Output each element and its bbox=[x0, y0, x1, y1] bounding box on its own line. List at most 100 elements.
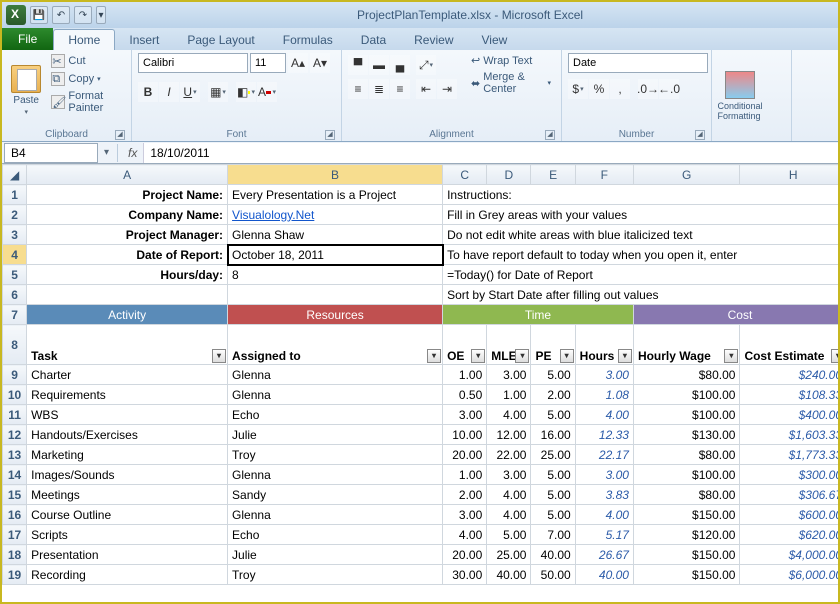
row-header[interactable]: 9 bbox=[3, 365, 27, 385]
table-row[interactable]: 14 Images/Sounds Glenna 1.00 3.00 5.00 3… bbox=[3, 465, 839, 485]
row-header[interactable]: 11 bbox=[3, 405, 27, 425]
wrap-text-button[interactable]: ↩Wrap Text bbox=[467, 53, 555, 68]
row-header[interactable]: 19 bbox=[3, 565, 27, 585]
font-launcher[interactable]: ◢ bbox=[325, 130, 335, 140]
align-left-button[interactable]: ≡ bbox=[348, 79, 368, 99]
tab-page-layout[interactable]: Page Layout bbox=[173, 30, 268, 50]
tab-home[interactable]: Home bbox=[53, 29, 115, 50]
qat-customize-button[interactable]: ▾ bbox=[96, 6, 106, 24]
table-row[interactable]: 18 Presentation Julie 20.00 25.00 40.00 … bbox=[3, 545, 839, 565]
decrease-indent-button[interactable]: ⇤ bbox=[416, 79, 436, 99]
align-middle-button[interactable]: ▬ bbox=[369, 55, 389, 75]
col-header-D[interactable]: D bbox=[487, 165, 531, 185]
orientation-button[interactable]: ⤢ bbox=[416, 55, 436, 75]
col-header-G[interactable]: G bbox=[633, 165, 740, 185]
row-header[interactable]: 7 bbox=[3, 305, 27, 325]
select-all-button[interactable]: ◢ bbox=[3, 165, 27, 185]
col-header-F[interactable]: F bbox=[575, 165, 633, 185]
row-header[interactable]: 18 bbox=[3, 545, 27, 565]
align-top-button[interactable]: ▀ bbox=[348, 55, 368, 75]
merge-center-button[interactable]: ⬌Merge & Center▾ bbox=[467, 70, 555, 96]
row-header[interactable]: 17 bbox=[3, 525, 27, 545]
column-headers[interactable]: ◢ A B C D E F G H bbox=[3, 165, 839, 185]
filter-button[interactable]: ▾ bbox=[212, 349, 226, 363]
row-header[interactable]: 3 bbox=[3, 225, 27, 245]
fill-color-button[interactable]: ◧ bbox=[236, 82, 256, 102]
tab-insert[interactable]: Insert bbox=[115, 30, 173, 50]
conditional-formatting-button[interactable]: Conditional Formatting bbox=[718, 53, 762, 139]
company-link[interactable]: Visualology.Net bbox=[228, 205, 443, 225]
row-header[interactable]: 8 bbox=[3, 325, 27, 365]
filter-button[interactable]: ▾ bbox=[618, 349, 632, 363]
cut-button[interactable]: ✂Cut bbox=[48, 53, 125, 69]
decrease-decimal-button[interactable]: ←.0 bbox=[659, 79, 679, 99]
tab-review[interactable]: Review bbox=[400, 30, 467, 50]
filter-button[interactable]: ▾ bbox=[560, 349, 574, 363]
file-tab[interactable]: File bbox=[2, 28, 53, 50]
row-header[interactable]: 12 bbox=[3, 425, 27, 445]
row-header[interactable]: 1 bbox=[3, 185, 27, 205]
name-box-dropdown[interactable]: ▾ bbox=[100, 147, 113, 158]
shrink-font-button[interactable]: A▾ bbox=[310, 53, 330, 73]
table-row[interactable]: 12 Handouts/Exercises Julie 10.00 12.00 … bbox=[3, 425, 839, 445]
font-name-select[interactable] bbox=[138, 53, 248, 73]
filter-button[interactable]: ▾ bbox=[427, 349, 441, 363]
row-header[interactable]: 2 bbox=[3, 205, 27, 225]
table-row[interactable]: 16 Course Outline Glenna 3.00 4.00 5.00 … bbox=[3, 505, 839, 525]
italic-button[interactable]: I bbox=[159, 82, 179, 102]
row-header[interactable]: 4 bbox=[3, 245, 27, 265]
table-row[interactable]: 10 Requirements Glenna 0.50 1.00 2.00 1.… bbox=[3, 385, 839, 405]
filter-button[interactable]: ▾ bbox=[724, 349, 738, 363]
row-header[interactable]: 16 bbox=[3, 505, 27, 525]
copy-button[interactable]: ⧉Copy▾ bbox=[48, 71, 125, 87]
name-box[interactable] bbox=[4, 143, 98, 163]
col-header-H[interactable]: H bbox=[740, 165, 838, 185]
tab-view[interactable]: View bbox=[468, 30, 522, 50]
filter-button[interactable]: ▾ bbox=[471, 349, 485, 363]
filter-button[interactable]: ▾ bbox=[831, 349, 838, 363]
align-right-button[interactable]: ≡ bbox=[390, 79, 410, 99]
clipboard-launcher[interactable]: ◢ bbox=[115, 130, 125, 140]
row-header[interactable]: 6 bbox=[3, 285, 27, 305]
active-cell[interactable]: October 18, 2011 bbox=[228, 245, 443, 265]
underline-button[interactable]: U bbox=[180, 82, 200, 102]
row-header[interactable]: 13 bbox=[3, 445, 27, 465]
tab-formulas[interactable]: Formulas bbox=[269, 30, 347, 50]
col-header-A[interactable]: A bbox=[27, 165, 228, 185]
filter-button[interactable]: ▾ bbox=[515, 349, 529, 363]
worksheet-grid[interactable]: ◢ A B C D E F G H 1Project Name:Every Pr… bbox=[2, 164, 838, 585]
align-bottom-button[interactable]: ▄ bbox=[390, 55, 410, 75]
border-button[interactable]: ▦ bbox=[208, 82, 228, 102]
tab-data[interactable]: Data bbox=[347, 30, 400, 50]
number-format-select[interactable] bbox=[568, 53, 708, 73]
table-row[interactable]: 13 Marketing Troy 20.00 22.00 25.00 22.1… bbox=[3, 445, 839, 465]
col-header-C[interactable]: C bbox=[443, 165, 487, 185]
accounting-format-button[interactable]: $ bbox=[568, 79, 588, 99]
table-row[interactable]: 9 Charter Glenna 1.00 3.00 5.00 3.00 $80… bbox=[3, 365, 839, 385]
save-button[interactable]: 💾 bbox=[30, 6, 48, 24]
fx-button[interactable]: fx bbox=[122, 146, 143, 160]
col-header-B[interactable]: B bbox=[228, 165, 443, 185]
font-color-button[interactable]: A bbox=[257, 82, 277, 102]
format-painter-button[interactable]: 🖌Format Painter bbox=[48, 89, 125, 115]
increase-decimal-button[interactable]: .0→ bbox=[638, 79, 658, 99]
row-header[interactable]: 10 bbox=[3, 385, 27, 405]
row-header[interactable]: 14 bbox=[3, 465, 27, 485]
bold-button[interactable]: B bbox=[138, 82, 158, 102]
alignment-launcher[interactable]: ◢ bbox=[545, 130, 555, 140]
table-row[interactable]: 19 Recording Troy 30.00 40.00 50.00 40.0… bbox=[3, 565, 839, 585]
font-size-select[interactable] bbox=[250, 53, 286, 73]
table-row[interactable]: 11 WBS Echo 3.00 4.00 5.00 4.00 $100.00 … bbox=[3, 405, 839, 425]
grow-font-button[interactable]: A▴ bbox=[288, 53, 308, 73]
undo-button[interactable]: ↶ bbox=[52, 6, 70, 24]
table-row[interactable]: 17 Scripts Echo 4.00 5.00 7.00 5.17 $120… bbox=[3, 525, 839, 545]
increase-indent-button[interactable]: ⇥ bbox=[437, 79, 457, 99]
row-header[interactable]: 5 bbox=[3, 265, 27, 285]
redo-button[interactable]: ↷ bbox=[74, 6, 92, 24]
formula-input[interactable] bbox=[143, 143, 838, 163]
paste-button[interactable]: Paste ▾ bbox=[8, 53, 44, 128]
number-launcher[interactable]: ◢ bbox=[695, 130, 705, 140]
col-header-E[interactable]: E bbox=[531, 165, 575, 185]
percent-format-button[interactable]: % bbox=[589, 79, 609, 99]
row-header[interactable]: 15 bbox=[3, 485, 27, 505]
